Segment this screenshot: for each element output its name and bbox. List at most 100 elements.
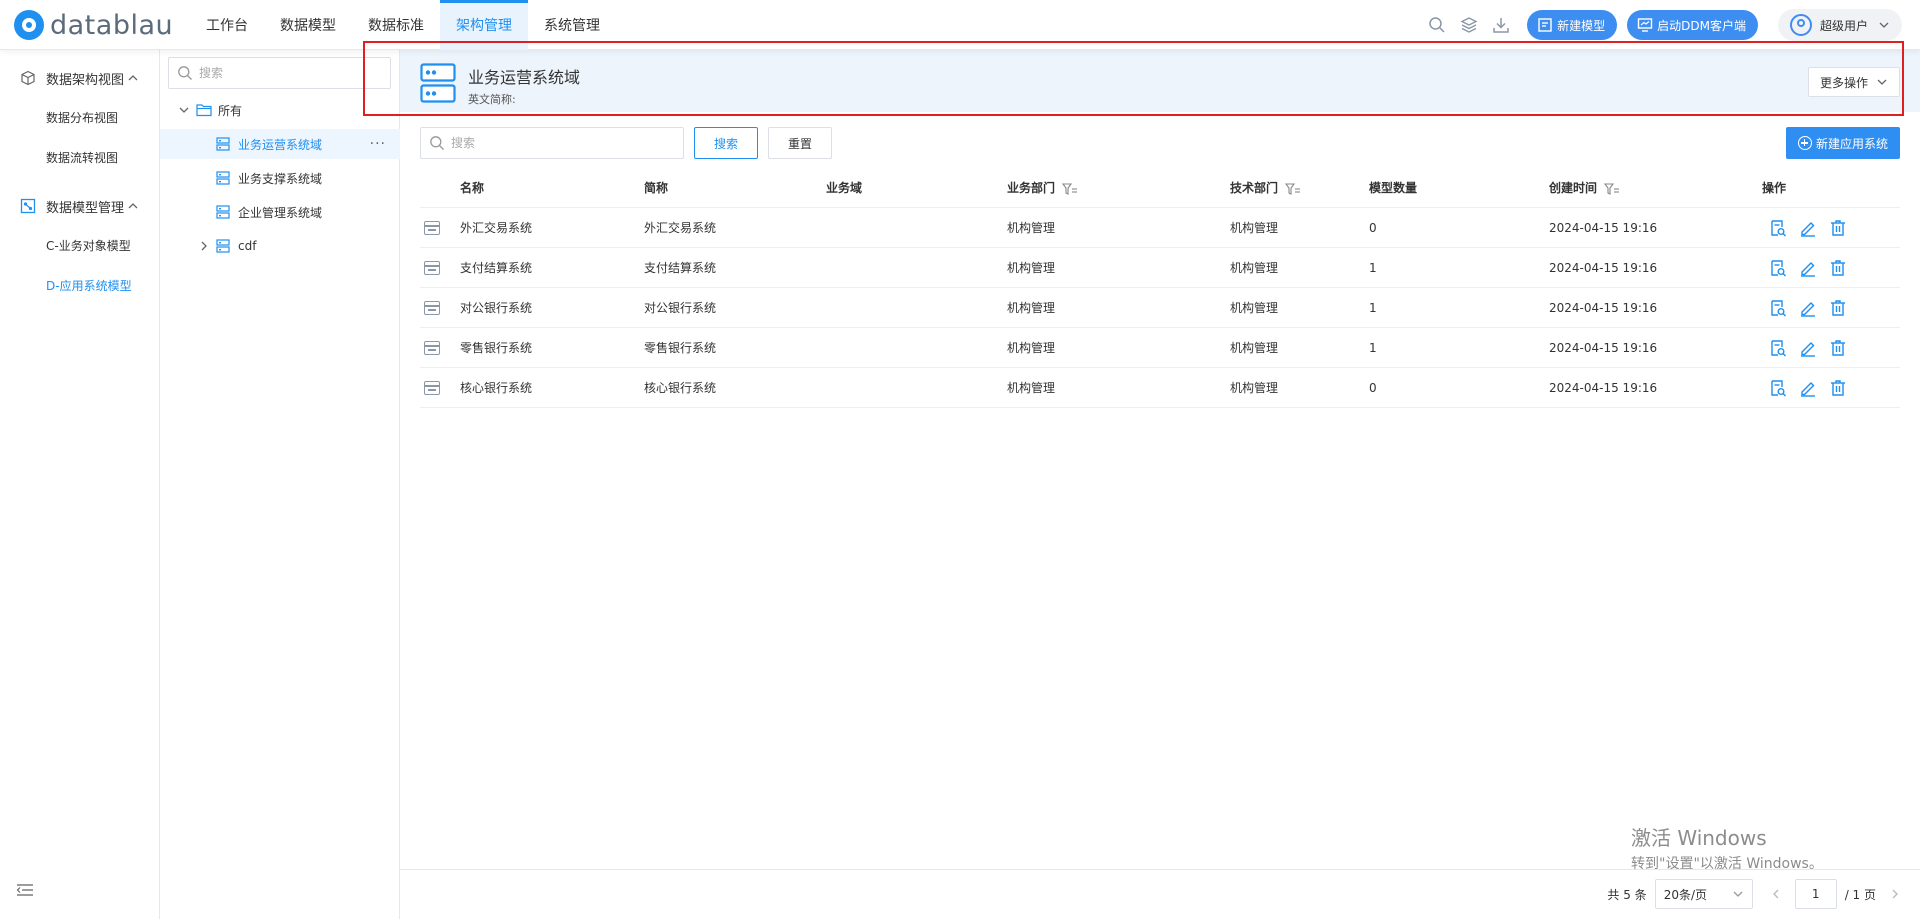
cell-created: 2024-04-15 19:16 [1549, 381, 1658, 395]
page-number-input[interactable]: 1 [1794, 879, 1837, 909]
delete-icon[interactable] [1829, 379, 1847, 397]
sidebar-item-flow-view[interactable]: 数据流转视图 [0, 138, 159, 178]
nav-item-data-standard[interactable]: 数据标准 [352, 0, 440, 50]
delete-icon[interactable] [1829, 259, 1847, 277]
sidebar-item-application-system-model[interactable]: D-应用系统模型 [0, 266, 159, 306]
col-tech-dept-header: 技术部门 [1230, 168, 1301, 208]
table-row[interactable]: 支付结算系统 支付结算系统 机构管理 机构管理 1 2024-04-15 19:… [420, 248, 1900, 288]
more-operations-label: 更多操作 [1819, 75, 1868, 90]
view-detail-icon[interactable] [1769, 259, 1787, 277]
system-icon [424, 341, 440, 355]
view-detail-icon[interactable] [1769, 339, 1787, 357]
search-button[interactable]: 搜索 [694, 127, 758, 159]
view-detail-icon[interactable] [1769, 379, 1787, 397]
edit-icon[interactable] [1799, 299, 1817, 317]
search-icon [430, 136, 444, 150]
download-icon[interactable] [1485, 9, 1517, 41]
more-operations-dropdown[interactable]: 更多操作 [1808, 67, 1900, 97]
delete-icon[interactable] [1829, 219, 1847, 237]
col-created-header: 创建时间 [1549, 168, 1620, 208]
tree-node-root[interactable]: 所有 [160, 95, 400, 125]
avatar [1789, 14, 1812, 36]
table-row[interactable]: 核心银行系统 核心银行系统 机构管理 机构管理 0 2024-04-15 19:… [420, 368, 1900, 408]
tree-node-label: cdf [238, 239, 257, 253]
cell-name[interactable]: 支付结算系统 [460, 248, 532, 288]
launch-ddm-button[interactable]: 启动DDM客户端 [1627, 10, 1758, 40]
chevron-up-icon [128, 75, 138, 81]
edit-icon[interactable] [1799, 259, 1817, 277]
cell-tech-dept: 机构管理 [1230, 301, 1279, 315]
new-application-system-button[interactable]: 新建应用系统 [1786, 127, 1900, 159]
next-page-icon[interactable] [1890, 888, 1900, 900]
edit-icon[interactable] [1799, 379, 1817, 397]
chevron-down-icon [179, 107, 189, 113]
system-search-box[interactable] [420, 127, 684, 159]
sidebar-group-label: 数据模型管理 [46, 200, 125, 216]
delete-icon[interactable] [1829, 339, 1847, 357]
system-icon [424, 221, 440, 235]
tree-search-input[interactable] [199, 66, 379, 80]
col-biz-dept-header: 业务部门 [1007, 168, 1078, 208]
domain-header: 业务运营系统域 英文简称: 更多操作 [400, 50, 1920, 112]
more-options-icon[interactable]: ··· [370, 136, 386, 152]
col-created: 创建时间 [1549, 181, 1598, 195]
cell-created: 2024-04-15 19:16 [1549, 221, 1658, 235]
collapse-sidebar-icon[interactable] [16, 882, 34, 901]
cell-model-count: 1 [1369, 261, 1377, 275]
view-detail-icon[interactable] [1769, 299, 1787, 317]
table-row[interactable]: 对公银行系统 对公银行系统 机构管理 机构管理 1 2024-04-15 19:… [420, 288, 1900, 328]
cell-name[interactable]: 零售银行系统 [460, 328, 532, 368]
cell-abbr: 支付结算系统 [644, 261, 717, 275]
tree-node-enterprise-management[interactable]: 企业管理系统域 [160, 197, 400, 227]
nav-item-architecture[interactable]: 架构管理 [440, 0, 528, 50]
new-model-button[interactable]: 新建模型 [1527, 10, 1618, 40]
col-model-count: 模型数量 [1369, 181, 1418, 195]
filter-icon[interactable] [1062, 182, 1078, 196]
table-row[interactable]: 外汇交易系统 外汇交易系统 机构管理 机构管理 0 2024-04-15 19:… [420, 208, 1900, 248]
view-detail-icon[interactable] [1769, 219, 1787, 237]
search-icon [178, 66, 192, 80]
reset-button[interactable]: 重置 [768, 127, 832, 159]
layers-icon[interactable] [1453, 9, 1485, 41]
tree-node-cdf[interactable]: cdf [160, 231, 400, 261]
cell-biz-dept: 机构管理 [1007, 381, 1056, 395]
filter-icon[interactable] [1604, 182, 1620, 196]
system-search-input[interactable] [451, 136, 671, 150]
nav-item-workbench[interactable]: 工作台 [190, 0, 264, 50]
page-size-select[interactable]: 20条/页 [1654, 879, 1753, 909]
logo[interactable]: datablau [14, 9, 173, 41]
search-icon[interactable] [1421, 9, 1453, 41]
chevron-down-icon [1879, 22, 1889, 28]
cell-tech-dept: 机构管理 [1230, 261, 1279, 275]
cell-name[interactable]: 对公银行系统 [460, 288, 532, 328]
prev-page-icon[interactable] [1771, 888, 1781, 900]
cell-biz-dept: 机构管理 [1007, 221, 1056, 235]
sidebar-item-business-object-model[interactable]: C-业务对象模型 [0, 226, 159, 266]
sidebar-group-model-management[interactable]: 数据模型管理 [0, 186, 159, 226]
delete-icon[interactable] [1829, 299, 1847, 317]
edit-icon[interactable] [1799, 339, 1817, 357]
edit-icon[interactable] [1799, 219, 1817, 237]
tree-search-box[interactable] [168, 57, 391, 89]
tree-node-business-support[interactable]: 业务支撑系统域 [160, 163, 400, 193]
filter-icon[interactable] [1285, 182, 1301, 196]
plus-circle-icon [1797, 136, 1812, 150]
cell-abbr: 外汇交易系统 [644, 221, 717, 235]
nav-item-system[interactable]: 系统管理 [528, 0, 616, 50]
tree-node-label: 业务支撑系统域 [238, 171, 323, 186]
tree-node-business-operations[interactable]: 业务运营系统域 ··· [160, 129, 400, 159]
tree-node-label: 业务运营系统域 [238, 137, 323, 152]
page-size-value: 20条/页 [1663, 887, 1708, 902]
cell-biz-dept: 机构管理 [1007, 261, 1056, 275]
tree-node-label: 所有 [218, 103, 243, 118]
sidebar-item-distribution-view[interactable]: 数据分布视图 [0, 98, 159, 138]
cell-name[interactable]: 核心银行系统 [460, 368, 532, 408]
table-header: 名称 简称 业务域 业务部门 技术部门 模型数量 创建时间 操作 [420, 168, 1900, 208]
table-row[interactable]: 零售银行系统 零售银行系统 机构管理 机构管理 1 2024-04-15 19:… [420, 328, 1900, 368]
cell-tech-dept: 机构管理 [1230, 221, 1279, 235]
nav-item-data-model[interactable]: 数据模型 [264, 0, 352, 50]
sidebar-group-architecture-view[interactable]: 数据架构视图 [0, 58, 159, 98]
user-menu[interactable]: 超级用户 [1777, 9, 1902, 41]
server-icon [216, 137, 230, 151]
cell-name[interactable]: 外汇交易系统 [460, 208, 532, 248]
